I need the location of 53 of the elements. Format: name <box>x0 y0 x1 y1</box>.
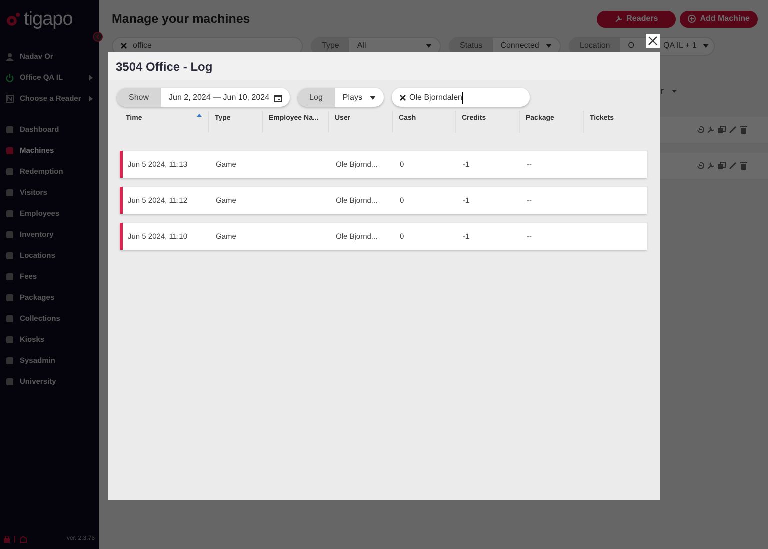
column-picker-text: r <box>661 85 664 98</box>
square-icon <box>6 188 14 196</box>
caret-icon <box>370 96 376 100</box>
logo-icon <box>6 13 20 27</box>
user-search-field[interactable]: Ole Bjorndalen <box>392 88 530 107</box>
square-icon <box>6 230 14 238</box>
square-icon <box>6 356 14 364</box>
trash-icon[interactable] <box>740 126 748 134</box>
readers-button[interactable]: Readers <box>596 10 676 28</box>
caret-icon <box>546 44 552 48</box>
square-icon <box>6 336 14 344</box>
wrench-icon[interactable] <box>707 162 715 170</box>
close-button[interactable] <box>646 34 660 48</box>
square-icon <box>6 294 14 302</box>
copy-icon[interactable] <box>718 126 726 134</box>
caret-icon <box>702 44 709 48</box>
calendar-icon[interactable] <box>274 94 282 102</box>
square-icon <box>6 314 14 322</box>
copy-icon[interactable] <box>718 162 726 170</box>
power-icon <box>6 74 14 82</box>
square-icon <box>6 272 14 280</box>
history-icon[interactable] <box>696 162 704 170</box>
plus-circle-icon <box>688 15 696 24</box>
log-select[interactable]: Log Plays <box>298 88 384 107</box>
wrench-icon[interactable] <box>707 126 715 134</box>
square-icon <box>6 378 14 386</box>
collapse-icon[interactable] <box>93 32 103 42</box>
caret-icon <box>89 96 93 102</box>
caret-icon <box>426 44 432 48</box>
pencil-icon[interactable] <box>729 126 737 134</box>
person-icon <box>6 52 14 60</box>
page-title: Manage your machines <box>112 11 252 28</box>
reader-icon <box>6 94 14 102</box>
square-icon <box>6 210 14 218</box>
square-icon <box>6 168 14 176</box>
logo-text: tigapo <box>24 8 73 32</box>
history-icon[interactable] <box>696 126 704 134</box>
modal-title: 3504 Office - Log <box>108 52 660 80</box>
pencil-icon[interactable] <box>729 162 737 170</box>
divider-icon <box>14 536 16 543</box>
square-icon <box>6 252 14 260</box>
wrench-icon <box>614 15 623 24</box>
close-icon <box>648 36 658 46</box>
sort-up-icon <box>197 114 202 117</box>
clear-icon[interactable] <box>400 94 406 100</box>
square-icon <box>6 146 14 154</box>
add-machine-button[interactable]: Add Machine <box>680 10 758 28</box>
square-icon <box>6 126 14 134</box>
caret-icon <box>89 74 93 80</box>
trash-icon[interactable] <box>740 162 748 170</box>
caret-icon <box>672 90 677 94</box>
date-range-field[interactable]: Show Jun 2, 2024 — Jun 10, 2024 <box>117 88 290 107</box>
search-text: office <box>133 40 152 52</box>
